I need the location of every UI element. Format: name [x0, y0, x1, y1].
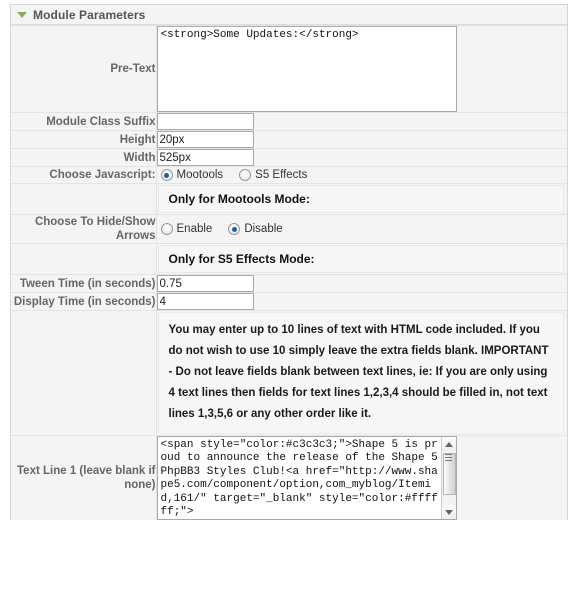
radio-label-mootools: Mootools — [176, 169, 224, 181]
width-input[interactable] — [156, 149, 254, 166]
radio-option-disable[interactable]: Disable — [228, 223, 283, 235]
radio-icon-s5-effects[interactable] — [239, 169, 252, 181]
radio-option-enable[interactable]: Enable — [160, 223, 213, 235]
cell-display-time — [156, 292, 567, 311]
cell-text-line-1: <span style="color:#c3c3c3;">Shape 5 is … — [156, 435, 567, 520]
row-height: Height — [11, 130, 567, 149]
row-module-class-suffix: Module Class Suffix — [11, 112, 567, 131]
radio-icon-enable[interactable] — [160, 223, 173, 235]
cell-height — [156, 130, 567, 149]
cell-module-class-suffix — [156, 112, 567, 131]
radio-option-mootools[interactable]: Mootools — [160, 169, 224, 181]
row-choose-javascript: Choose Javascript: Mootools S5 Effects — [11, 166, 568, 184]
row-width: Width — [11, 148, 567, 167]
cell-mootools-note: Only for Mootools Mode: — [156, 183, 567, 215]
radio-icon-disable[interactable] — [228, 223, 241, 235]
radio-label-s5-effects: S5 Effects — [255, 169, 308, 181]
display-time-input[interactable] — [156, 293, 254, 310]
row-hide-show-arrows: Choose To Hide/Show Arrows Enable Disabl… — [11, 214, 568, 244]
scroll-grip-icon — [444, 454, 452, 461]
label-height: Height — [11, 130, 157, 149]
cell-width — [156, 148, 567, 167]
module-parameters-screen: Module Parameters Pre-Text <strong>Some … — [0, 0, 572, 607]
parameters-form: Pre-Text <strong>Some Updates:</strong> … — [11, 25, 567, 520]
triangle-down-icon[interactable] — [17, 12, 27, 18]
label-pretext: Pre-Text — [11, 25, 157, 113]
text-line-1-value[interactable]: <span style="color:#c3c3c3;">Shape 5 is … — [158, 437, 441, 519]
cell-tween-time — [156, 274, 567, 293]
tween-time-input[interactable] — [156, 275, 254, 292]
row-text-lines-note: You may enter up to 10 lines of text wit… — [11, 310, 567, 436]
choose-javascript-radios: Mootools S5 Effects — [157, 167, 568, 183]
label-hide-show-arrows: Choose To Hide/Show Arrows — [11, 214, 157, 244]
text-lines-instructions: You may enter up to 10 lines of text wit… — [157, 312, 564, 434]
pretext-textarea[interactable]: <strong>Some Updates:</strong> — [156, 26, 457, 112]
triangle-down-icon[interactable] — [441, 505, 456, 519]
radio-option-s5-effects[interactable]: S5 Effects — [239, 169, 307, 181]
row-display-time: Display Time (in seconds) — [11, 292, 567, 311]
textarea-scrollbar[interactable] — [440, 437, 456, 519]
mootools-mode-note: Only for Mootools Mode: — [157, 185, 564, 213]
cell-choose-javascript: Mootools S5 Effects — [156, 166, 568, 184]
radio-icon-mootools[interactable] — [160, 169, 173, 181]
height-input[interactable] — [156, 131, 254, 148]
label-width: Width — [11, 148, 157, 167]
label-text-lines-note-empty — [11, 310, 157, 436]
label-module-class-suffix: Module Class Suffix — [11, 112, 157, 131]
radio-label-enable: Enable — [176, 223, 213, 235]
radio-label-disable: Disable — [244, 223, 283, 235]
cell-hide-show-arrows: Enable Disable — [156, 214, 568, 244]
module-class-suffix-input[interactable] — [156, 113, 254, 130]
label-mootools-note-empty — [11, 183, 157, 215]
cell-text-lines-note: You may enter up to 10 lines of text wit… — [156, 310, 567, 436]
row-pretext: Pre-Text <strong>Some Updates:</strong> — [11, 25, 567, 113]
s5-effects-mode-note: Only for S5 Effects Mode: — [157, 245, 564, 273]
row-mootools-note: Only for Mootools Mode: — [11, 183, 567, 215]
label-s5effects-note-empty — [11, 243, 157, 275]
row-tween-time: Tween Time (in seconds) — [11, 274, 567, 293]
text-line-1-textarea[interactable]: <span style="color:#c3c3c3;">Shape 5 is … — [156, 436, 457, 520]
label-choose-javascript: Choose Javascript: — [11, 166, 157, 184]
label-text-line-1: Text Line 1 (leave blank if none) — [11, 435, 157, 520]
label-tween-time: Tween Time (in seconds) — [11, 274, 157, 293]
triangle-up-icon[interactable] — [441, 437, 456, 451]
cell-pretext: <strong>Some Updates:</strong> — [156, 25, 567, 113]
row-s5effects-note: Only for S5 Effects Mode: — [11, 243, 567, 275]
row-text-line-1: Text Line 1 (leave blank if none) <span … — [11, 435, 567, 520]
panel-header[interactable]: Module Parameters — [11, 5, 567, 25]
hide-show-arrows-radios: Enable Disable — [157, 221, 568, 237]
label-display-time: Display Time (in seconds) — [11, 292, 157, 311]
module-parameters-panel: Module Parameters Pre-Text <strong>Some … — [10, 4, 568, 520]
page-title: Module Parameters — [33, 7, 146, 22]
cell-s5effects-note: Only for S5 Effects Mode: — [156, 243, 567, 275]
